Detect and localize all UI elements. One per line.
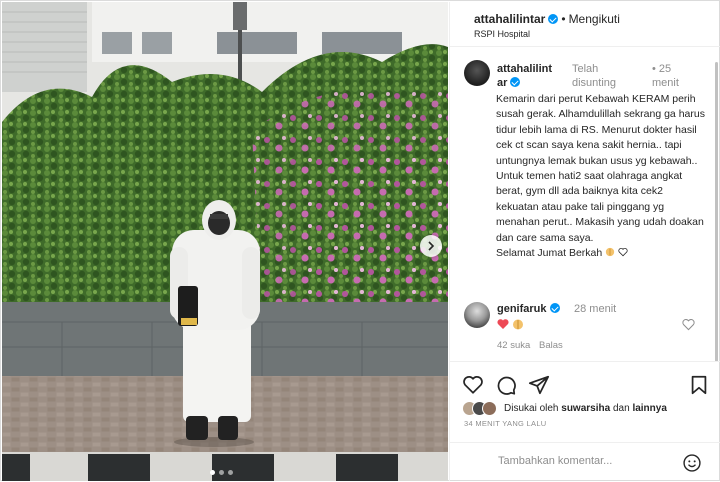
carousel-dot (228, 470, 233, 475)
time-dot: • (652, 63, 656, 75)
caption-time-text: 25 menit (652, 63, 679, 89)
header-separator: • (561, 12, 566, 26)
next-photo-button[interactable] (420, 235, 442, 257)
caption-text: Kemarin dari perut Kebawah KERAM perih s… (496, 92, 706, 261)
comment-time: 28 menit (574, 303, 617, 315)
edited-status: Telah disunting (572, 63, 617, 89)
comment-username-text[interactable]: genifaruk (497, 303, 547, 315)
scrollbar[interactable] (712, 48, 720, 362)
comment-item: genifaruk 28 menit 42 suka Balas (464, 302, 714, 360)
following-button[interactable]: Mengikuti (569, 12, 620, 26)
scrollbar-thumb[interactable] (715, 62, 718, 362)
heart-outline-icon (618, 248, 628, 257)
heart-icon[interactable] (462, 374, 484, 396)
header-user-row: attahalilintar • Mengikuti (474, 12, 620, 26)
verified-badge-icon (510, 77, 521, 87)
comment-emojis (497, 318, 524, 330)
heart-icon[interactable] (682, 318, 695, 331)
comment-input[interactable] (498, 455, 668, 467)
emoji-icon[interactable] (682, 453, 702, 473)
avatar[interactable] (464, 60, 490, 86)
caption-paragraph: Selamat Jumat Berkah (496, 246, 706, 261)
liked-by-row: Disukai oleh suwarsiha dan lainnya (462, 401, 667, 416)
caption-paragraph: Kemarin dari perut Kebawah KERAM perih s… (496, 93, 705, 167)
liked-others-link[interactable]: lainnya (632, 403, 666, 414)
avatar[interactable] (464, 302, 490, 328)
add-comment-bar (450, 442, 720, 482)
comments-scroll-area[interactable]: attahalilintar Telah disunting • 25 meni… (450, 48, 720, 360)
carousel-dots (210, 470, 233, 475)
post-modal: attahalilintar • Mengikuti RSPI Hospital a… (0, 0, 720, 481)
carousel-dot (219, 470, 224, 475)
caption-time: • 25 menit (652, 62, 692, 90)
liked-conjunction: dan (612, 403, 630, 414)
liked-by-text: Disukai oleh suwarsiha dan lainnya (504, 403, 667, 414)
reply-button[interactable]: Balas (539, 340, 563, 351)
caption-username-text[interactable]: attahalilintar (497, 63, 552, 89)
post-header: attahalilintar • Mengikuti RSPI Hospital (450, 2, 720, 47)
caption-closing: Selamat Jumat Berkah (496, 247, 603, 260)
post-actions: Disukai oleh suwarsiha dan lainnya 34 ME… (450, 361, 720, 481)
send-icon[interactable] (528, 374, 550, 396)
chevron-right-icon (428, 241, 435, 251)
liked-user-link[interactable]: suwarsiha (561, 403, 610, 414)
liked-prefix: Disukai oleh (504, 403, 559, 414)
caption-paragraph: Untuk temen hati2 saat olahraga angkat b… (496, 170, 704, 244)
praying-hands-icon (513, 319, 523, 330)
comment-likes[interactable]: 42 suka (497, 340, 530, 351)
post-photo[interactable] (2, 2, 448, 481)
red-heart-icon (497, 319, 509, 329)
header-username[interactable]: attahalilintar (474, 12, 545, 26)
verified-badge-icon (548, 14, 559, 24)
comment-icon[interactable] (495, 374, 517, 396)
location-link[interactable]: RSPI Hospital (474, 29, 530, 39)
comment-username[interactable]: genifaruk (497, 303, 560, 315)
carousel-dot (210, 470, 215, 475)
post-details-panel: attahalilintar • Mengikuti RSPI Hospital a… (449, 2, 720, 481)
post-timestamp[interactable]: 34 MENIT YANG LALU (464, 419, 547, 428)
photo-scene (2, 2, 448, 481)
caption-username[interactable]: attahalilintar (497, 62, 557, 90)
bookmark-icon[interactable] (688, 374, 710, 396)
verified-badge-icon (549, 303, 560, 313)
avatar (482, 401, 497, 416)
praying-hands-icon (605, 247, 615, 257)
